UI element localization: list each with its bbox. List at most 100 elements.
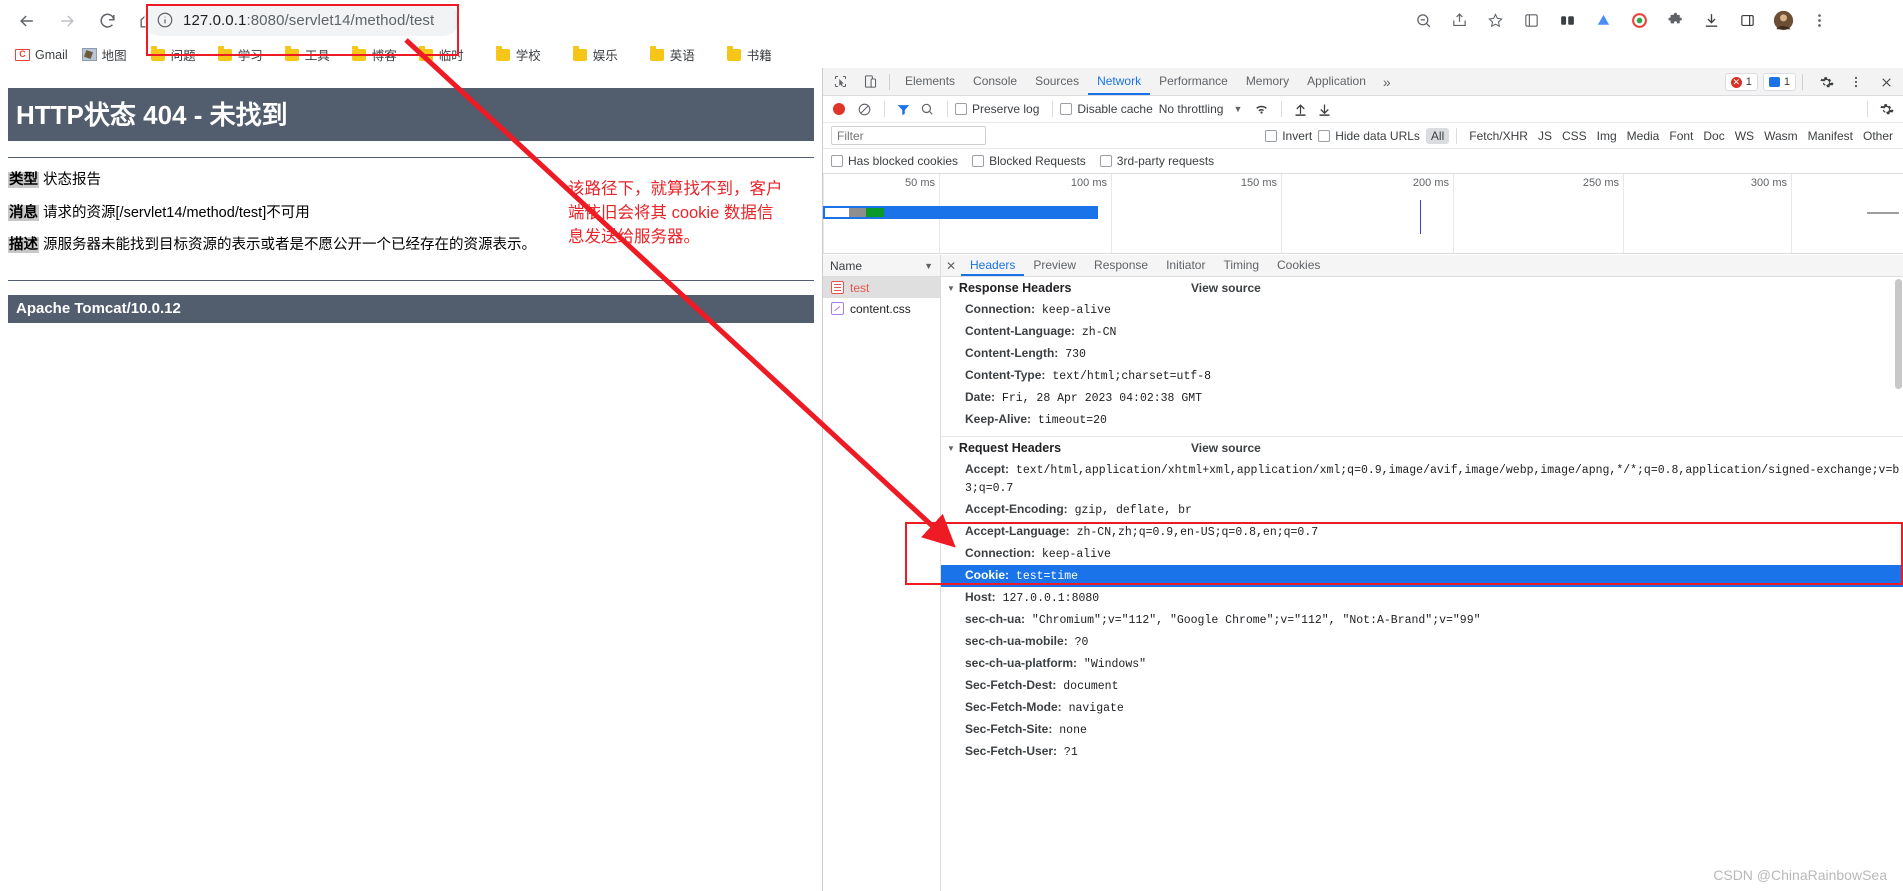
tab-memory[interactable]: Memory: [1237, 68, 1298, 95]
bookmark-folder-shuji[interactable]: 书籍: [720, 44, 779, 66]
has-blocked-cookies-checkbox[interactable]: Has blocked cookies: [831, 154, 958, 168]
header-row: Accept: text/html,application/xhtml+xml,…: [941, 459, 1903, 499]
more-tabs-icon[interactable]: »: [1375, 74, 1399, 90]
divider: [1456, 127, 1458, 144]
search-icon[interactable]: [916, 98, 938, 120]
filter-type-ws[interactable]: WS: [1730, 128, 1759, 144]
device-toolbar-icon[interactable]: [857, 70, 883, 94]
bookmark-map[interactable]: 地图: [75, 44, 134, 66]
bookmark-folder-linshi[interactable]: 临时: [412, 44, 471, 66]
circle-icon[interactable]: [1624, 5, 1654, 35]
gear-icon[interactable]: [1813, 70, 1839, 94]
third-party-requests-checkbox[interactable]: 3rd-party requests: [1099, 154, 1214, 168]
view-source-link-request[interactable]: View source: [1191, 441, 1261, 455]
bookmark-gmail[interactable]: C Gmail: [8, 44, 75, 66]
filter-type-other[interactable]: Other: [1858, 128, 1898, 144]
close-icon[interactable]: ✕: [941, 259, 961, 273]
filter-type-all[interactable]: All: [1425, 127, 1450, 144]
bookmark-label: 问题: [170, 49, 196, 63]
detail-tab-timing[interactable]: Timing: [1214, 255, 1268, 276]
bookmark-folder-wenti[interactable]: 问题: [144, 44, 203, 66]
request-headers-title-row[interactable]: ▼ Request Headers View source: [941, 437, 1903, 459]
tab-elements[interactable]: Elements: [896, 68, 964, 95]
cloud-icon[interactable]: [1588, 5, 1618, 35]
back-arrow-icon[interactable]: [10, 4, 44, 38]
forward-arrow-icon[interactable]: [50, 4, 84, 38]
timeline-scrollbar[interactable]: [1867, 212, 1899, 214]
headers-scrollbar[interactable]: [1894, 277, 1903, 891]
filter-type-fetch-xhr[interactable]: Fetch/XHR: [1464, 128, 1533, 144]
three-dot-menu-icon[interactable]: [1804, 5, 1834, 35]
preserve-log-checkbox[interactable]: Preserve log: [955, 102, 1039, 116]
message-count-badge[interactable]: 1: [1762, 73, 1796, 91]
address-bar[interactable]: 127.0.0.1:8080/servlet14/method/test: [144, 4, 459, 36]
detail-tab-response[interactable]: Response: [1085, 255, 1157, 276]
filter-type-manifest[interactable]: Manifest: [1803, 128, 1858, 144]
throttling-select[interactable]: No throttling: [1159, 102, 1224, 116]
header-key: sec-ch-ua-mobile:: [965, 634, 1068, 648]
filter-type-css[interactable]: CSS: [1557, 128, 1592, 144]
detail-tab-initiator[interactable]: Initiator: [1157, 255, 1214, 276]
request-row-content-css[interactable]: content.css: [823, 298, 940, 319]
response-headers-title-row[interactable]: ▼ Response Headers View source: [941, 277, 1903, 299]
tab-console[interactable]: Console: [964, 68, 1026, 95]
view-source-link-response[interactable]: View source: [1191, 281, 1261, 295]
bookmark-star-icon[interactable]: [1480, 5, 1510, 35]
filter-type-wasm[interactable]: Wasm: [1759, 128, 1803, 144]
filter-input[interactable]: [831, 126, 986, 145]
info-circle-icon[interactable]: [156, 11, 174, 29]
checkbox-box: [1060, 103, 1073, 115]
extension-grid-icon[interactable]: [1552, 5, 1582, 35]
close-icon[interactable]: [1873, 70, 1899, 94]
bookmark-folder-boke[interactable]: 博客: [345, 44, 404, 66]
profile-avatar[interactable]: [1768, 5, 1798, 35]
share-icon[interactable]: [1444, 5, 1474, 35]
chevron-down-icon[interactable]: ▼: [947, 284, 955, 293]
detail-tab-headers[interactable]: Headers: [961, 255, 1024, 276]
inspect-element-icon[interactable]: [827, 70, 853, 94]
url-path: /servlet14/method/test: [284, 11, 435, 29]
detail-tab-cookies[interactable]: Cookies: [1268, 255, 1329, 276]
bookmark-folder-gongju[interactable]: 工具: [278, 44, 337, 66]
error-count-badge[interactable]: ✕ 1: [1724, 73, 1758, 91]
bookmark-folder-xuexi[interactable]: 学习: [211, 44, 270, 66]
tab-network[interactable]: Network: [1088, 68, 1150, 95]
bookmark-folder-yule[interactable]: 娱乐: [566, 44, 625, 66]
download-icon[interactable]: [1696, 5, 1726, 35]
import-har-icon[interactable]: [1289, 98, 1311, 120]
tab-performance[interactable]: Performance: [1150, 68, 1237, 95]
zoom-icon[interactable]: [1408, 5, 1438, 35]
bookmark-folder-xuexiao[interactable]: 学校: [489, 44, 548, 66]
reload-icon[interactable]: [90, 4, 124, 38]
filter-funnel-icon[interactable]: [892, 98, 914, 120]
three-dot-menu-icon[interactable]: [1843, 70, 1869, 94]
filter-type-img[interactable]: Img: [1592, 128, 1622, 144]
puzzle-icon[interactable]: [1660, 5, 1690, 35]
scrollbar-thumb[interactable]: [1895, 279, 1902, 389]
tab-sources[interactable]: Sources: [1026, 68, 1088, 95]
chevron-down-icon[interactable]: ▼: [947, 444, 955, 453]
request-row-test[interactable]: test: [823, 277, 940, 298]
record-button[interactable]: [833, 103, 845, 115]
export-har-icon[interactable]: [1313, 98, 1335, 120]
disable-cache-checkbox[interactable]: Disable cache: [1060, 102, 1153, 116]
filter-type-js[interactable]: JS: [1533, 128, 1557, 144]
network-overview-timeline[interactable]: 50 ms 100 ms 150 ms 200 ms 250 ms 300 ms: [823, 174, 1903, 254]
filter-type-font[interactable]: Font: [1664, 128, 1698, 144]
filter-type-doc[interactable]: Doc: [1698, 128, 1729, 144]
bookmark-folder-yingyu[interactable]: 英语: [643, 44, 702, 66]
sort-descending-icon[interactable]: ▼: [924, 261, 933, 271]
filter-type-media[interactable]: Media: [1622, 128, 1665, 144]
invert-checkbox[interactable]: Invert: [1265, 129, 1312, 143]
network-conditions-icon[interactable]: [1250, 98, 1272, 120]
reading-list-icon[interactable]: [1516, 5, 1546, 35]
network-settings-icon[interactable]: [1875, 98, 1897, 120]
tab-application[interactable]: Application: [1298, 68, 1375, 95]
sidepanel-icon[interactable]: [1732, 5, 1762, 35]
request-list-header[interactable]: Name ▼: [823, 255, 940, 277]
hide-data-urls-checkbox[interactable]: Hide data URLs: [1318, 129, 1420, 143]
chevron-down-icon[interactable]: ▼: [1233, 104, 1242, 114]
detail-tab-preview[interactable]: Preview: [1024, 255, 1085, 276]
clear-icon[interactable]: [853, 98, 875, 120]
blocked-requests-checkbox[interactable]: Blocked Requests: [972, 154, 1086, 168]
